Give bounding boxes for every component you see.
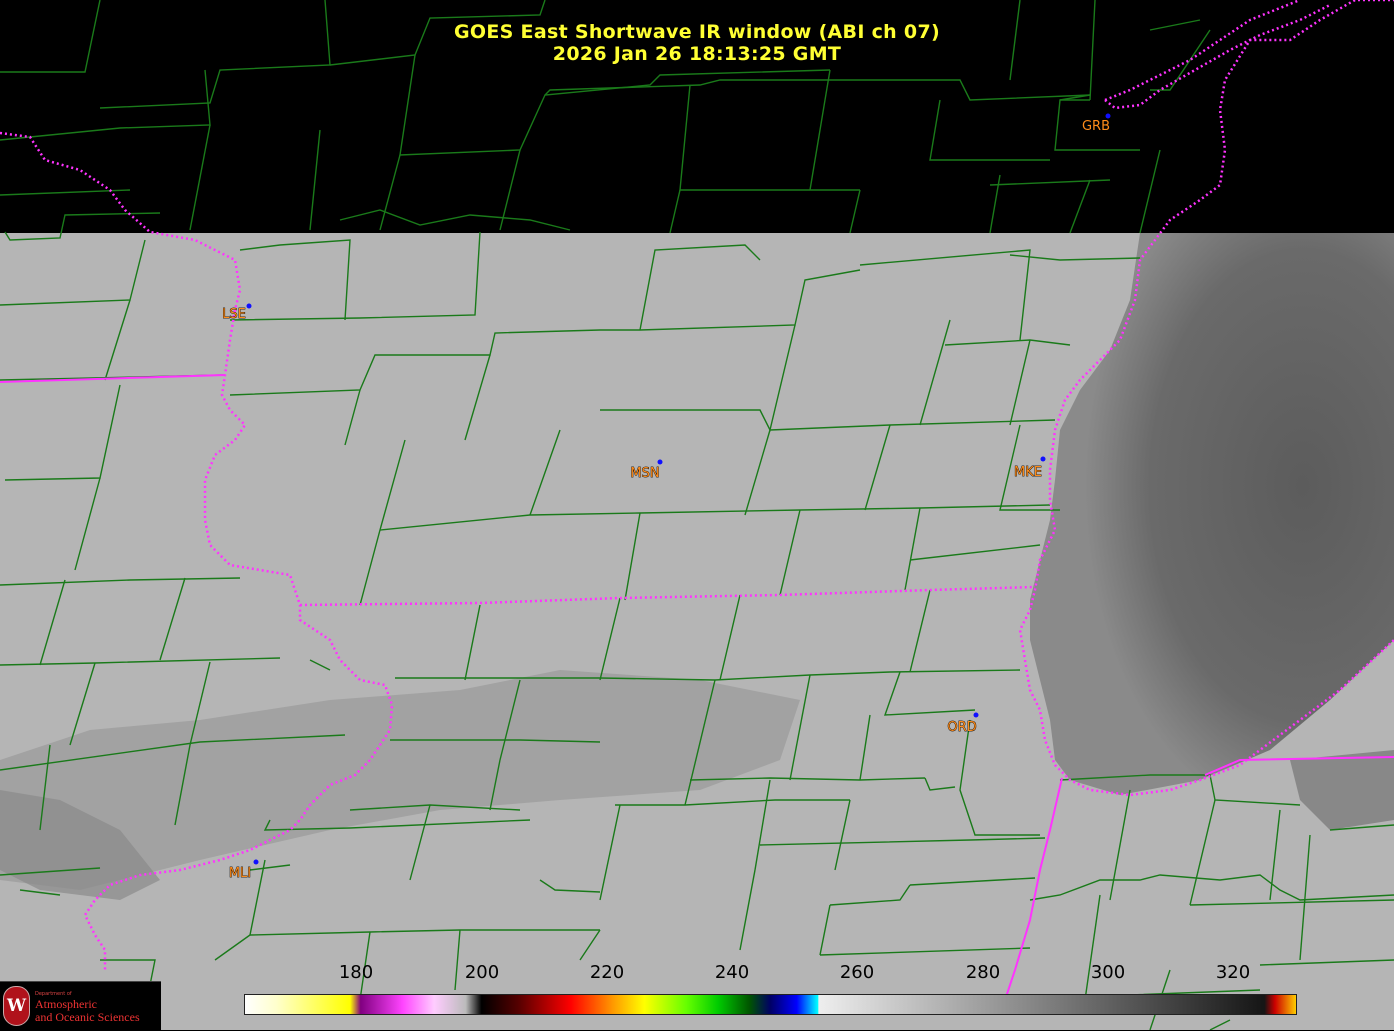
station-label: LSE	[222, 307, 246, 322]
station-label: MKE	[1014, 465, 1042, 480]
station-label: GRB	[1082, 119, 1110, 134]
colorbar-tick: 180	[338, 962, 374, 983]
station-label: MSN	[630, 466, 659, 481]
logo-name-line2: and Oceanic Sciences	[35, 1010, 140, 1024]
uw-seal-icon: W	[3, 986, 30, 1026]
colorbar-tick: 200	[464, 962, 500, 983]
colorbar-tick: 220	[589, 962, 625, 983]
colorbar-tick: 240	[714, 962, 750, 983]
satellite-map[interactable]: GRB LSE MSN MKE ORD MLI	[0, 0, 1394, 1030]
colorbar	[244, 994, 1297, 1015]
image-timestamp: 2026 Jan 26 18:13:25 GMT	[552, 43, 842, 65]
image-title: GOES East Shortwave IR window (ABI ch 07…	[454, 21, 940, 43]
station-label: MLI	[229, 866, 251, 881]
colorbar-tick: 280	[965, 962, 1001, 983]
aos-logo: W Department of Atmospheric and Oceanic …	[0, 981, 161, 1031]
colorbar-tick: 300	[1090, 962, 1126, 983]
station-label: ORD	[947, 720, 976, 735]
station-dot	[1040, 456, 1046, 462]
station-dot	[973, 712, 979, 718]
colorbar-tick: 260	[839, 962, 875, 983]
colorbar-tick: 320	[1215, 962, 1251, 983]
station-dot	[253, 859, 259, 865]
station-dot	[1105, 113, 1111, 119]
station-dot	[246, 303, 252, 309]
station-dot	[657, 459, 663, 465]
